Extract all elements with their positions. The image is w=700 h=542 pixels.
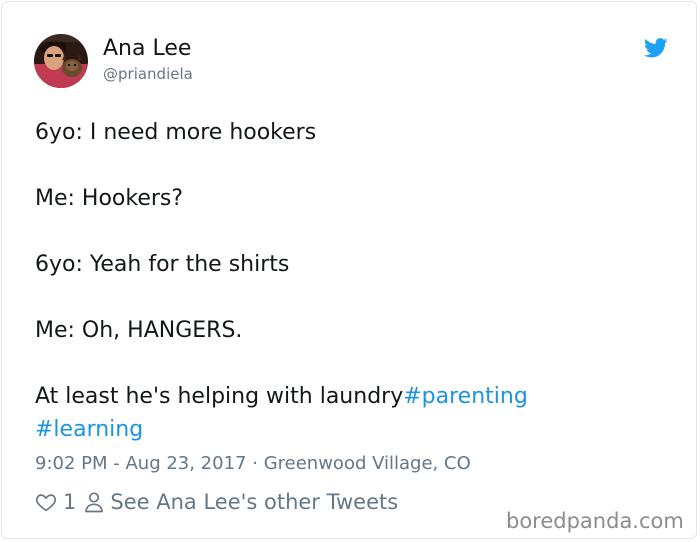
twitter-bird-icon[interactable]: [643, 38, 668, 58]
person-icon[interactable]: [84, 491, 104, 513]
tweet-card: Ana Lee @priandiela 6yo: I need more hoo…: [1, 1, 697, 539]
tweet-meta: 9:02 PM - Aug 23, 2017 · Greenwood Villa…: [35, 452, 471, 476]
avatar-image: [34, 34, 88, 88]
timestamp-link[interactable]: 9:02 PM - Aug 23, 2017: [35, 453, 247, 474]
tweet-line-with-hashtag: At least he's helping with laundry#paren…: [35, 380, 635, 413]
hashtag-link-parenting[interactable]: #parenting: [403, 384, 528, 409]
tweet-line: Me: Oh, HANGERS.: [35, 318, 243, 343]
see-other-tweets-link[interactable]: See Ana Lee's other Tweets: [110, 490, 398, 514]
watermark: boredpanda.com: [506, 509, 684, 533]
hashtag-line: #learning: [35, 413, 635, 446]
tweet-line: 6yo: Yeah for the shirts: [35, 252, 290, 277]
tweet-actions: 1 See Ana Lee's other Tweets: [35, 488, 398, 516]
tweet-line: Me: Hookers?: [35, 186, 184, 211]
author-handle[interactable]: @priandiela: [103, 64, 193, 84]
tweet-line: At least he's helping with laundry: [35, 384, 404, 409]
meta-separator: ·: [252, 453, 258, 474]
avatar[interactable]: [34, 34, 88, 88]
like-count: 1: [63, 490, 77, 514]
heart-icon[interactable]: [35, 491, 57, 513]
tweet-text: 6yo: I need more hookers Me: Hookers? 6y…: [35, 116, 635, 446]
location-link[interactable]: Greenwood Village, CO: [264, 453, 471, 474]
hashtag-link-learning[interactable]: #learning: [35, 417, 143, 442]
tweet-line: 6yo: I need more hookers: [35, 120, 317, 145]
author-name[interactable]: Ana Lee: [103, 35, 191, 63]
